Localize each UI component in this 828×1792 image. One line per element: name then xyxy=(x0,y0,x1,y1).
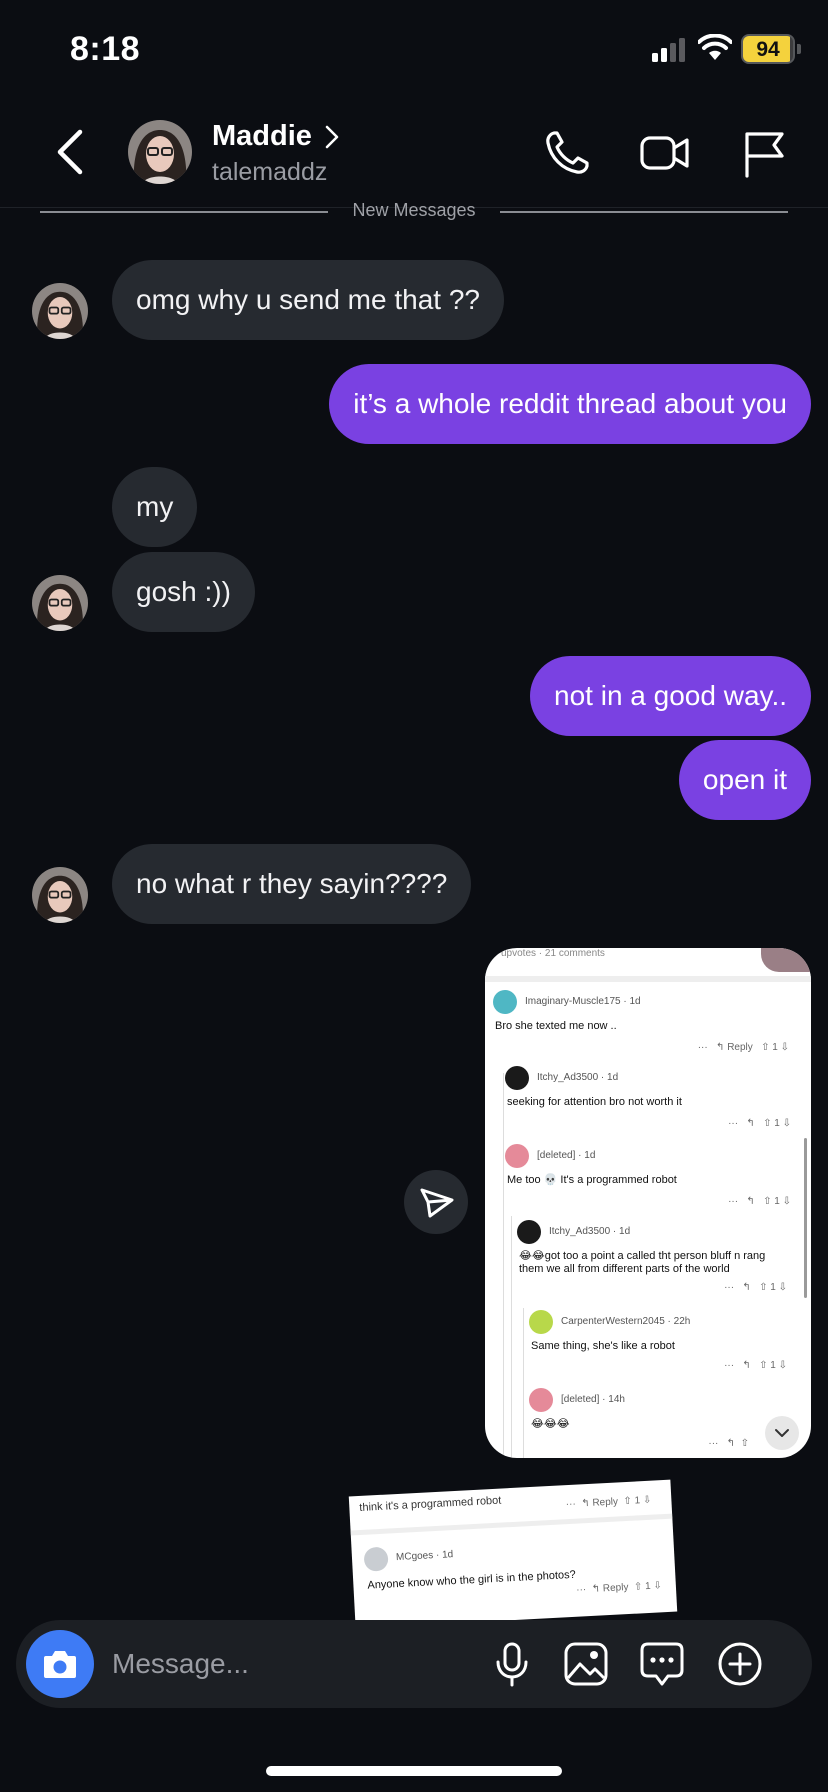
sticker-icon[interactable] xyxy=(638,1640,686,1688)
battery-indicator: 94 xyxy=(741,34,795,64)
reply-label: Reply xyxy=(727,1042,753,1053)
comment-user: CarpenterWestern2045 · 22h xyxy=(561,1316,691,1327)
back-icon[interactable] xyxy=(54,128,86,176)
comment-actions: ··· ↰ Reply ⇧ 1 ⇩ xyxy=(575,1580,663,1596)
comment-text: Me too 💀 It's a programmed robot xyxy=(507,1174,677,1186)
comment-actions: ··· ↰ ⇧ 1 ⇩ xyxy=(724,1360,787,1371)
comment-text: think it's a programmed robot xyxy=(359,1494,502,1514)
vote-count: 1 xyxy=(772,1042,778,1053)
comment-user: Imaginary-Muscle175 · 1d xyxy=(525,996,641,1007)
camera-button[interactable] xyxy=(26,1630,94,1698)
battery-percent: 94 xyxy=(756,38,780,61)
scrollbar[interactable] xyxy=(804,1138,807,1298)
phone-icon[interactable] xyxy=(542,128,592,178)
microphone-icon[interactable] xyxy=(488,1640,536,1688)
comment-avatar xyxy=(505,1144,529,1168)
comment-user: Itchy_Ad3500 · 1d xyxy=(549,1226,631,1237)
comment-avatar xyxy=(363,1546,389,1572)
comment-actions: ··· ↰ ⇧ 1 ⇩ xyxy=(728,1196,791,1207)
thread-separator xyxy=(350,1513,673,1536)
comment-avatar xyxy=(517,1220,541,1244)
expand-button[interactable] xyxy=(765,1416,799,1450)
gallery-icon[interactable] xyxy=(562,1640,610,1688)
comment-user: [deleted] · 1d xyxy=(537,1150,596,1161)
share-button[interactable] xyxy=(404,1170,468,1234)
status-bar: 8:18 94 xyxy=(0,0,828,100)
contact-avatar[interactable] xyxy=(128,120,192,184)
message-bubble-outgoing[interactable]: it’s a whole reddit thread about you xyxy=(329,364,811,444)
comment-actions: ··· ↰ Reply ⇧ 1 ⇩ xyxy=(697,1042,789,1053)
sender-avatar[interactable] xyxy=(32,283,88,339)
comment-avatar xyxy=(505,1066,529,1090)
message-bubble-incoming[interactable]: omg why u send me that ?? xyxy=(112,260,504,340)
home-indicator[interactable] xyxy=(266,1766,562,1776)
message-bubble-incoming[interactable]: no what r they sayin???? xyxy=(112,844,472,924)
comment: Itchy_Ad3500 · 1d seeking for attention … xyxy=(505,1066,805,1142)
status-time: 8:18 xyxy=(70,30,141,68)
shared-image-reddit-thread-2[interactable]: think it's a programmed robot ··· ↰ Repl… xyxy=(348,1479,678,1629)
comment-text: 😂😂😂 xyxy=(531,1418,570,1430)
comment-actions: ··· ↰ ⇧ 1 ⇩ xyxy=(728,1118,791,1129)
comment-text: Anyone know who the girl is in the photo… xyxy=(367,1568,577,1592)
comment: [deleted] · 14h 😂😂😂 ··· ↰ ⇧ xyxy=(529,1388,801,1458)
comment-user: MCgoes · 1d xyxy=(395,1549,454,1564)
message-bubble-incoming[interactable]: gosh :)) xyxy=(112,552,255,632)
comment: [deleted] · 1d Me too 💀 It's a programme… xyxy=(505,1144,805,1220)
divider-line-right xyxy=(500,211,788,213)
comment: CarpenterWestern2045 · 22h Same thing, s… xyxy=(529,1310,801,1386)
thread-line xyxy=(511,1216,512,1458)
chevron-down-icon xyxy=(775,1429,789,1437)
avatar-image xyxy=(32,575,88,631)
contact-name[interactable]: Maddie xyxy=(212,120,312,153)
message-bubble-outgoing[interactable]: open it xyxy=(678,740,811,820)
thread-line xyxy=(523,1308,524,1458)
thread-header: upvotes · 21 comments xyxy=(501,948,605,959)
comment-user: [deleted] · 14h xyxy=(561,1394,625,1405)
plus-icon[interactable] xyxy=(716,1640,764,1688)
reply-label: Reply xyxy=(602,1582,629,1595)
chat-header: Maddie talemaddz xyxy=(0,100,828,208)
video-icon[interactable] xyxy=(640,128,690,178)
comment-actions: ··· ↰ Reply ⇧ 1 ⇩ xyxy=(565,1494,652,1511)
message-input[interactable] xyxy=(112,1644,412,1684)
comment-avatar xyxy=(493,990,517,1014)
avatar-image xyxy=(128,120,192,184)
send-icon xyxy=(420,1188,454,1218)
comment-text: Bro she texted me now .. xyxy=(495,1020,617,1032)
chevron-right-icon[interactable] xyxy=(324,124,340,150)
comment-actions: ··· ↰ ⇧ 1 ⇩ xyxy=(724,1282,787,1293)
avatar-image xyxy=(32,867,88,923)
battery-tip xyxy=(797,44,801,54)
sender-avatar[interactable] xyxy=(32,867,88,923)
wifi-icon xyxy=(698,34,732,60)
comment: Imaginary-Muscle175 · 1d Bro she texted … xyxy=(493,990,803,1070)
camera-icon xyxy=(44,1651,76,1678)
contact-handle: talemaddz xyxy=(212,158,328,186)
comment-text: seeking for attention bro not worth it xyxy=(507,1096,682,1108)
thread-line xyxy=(503,1073,504,1458)
sender-avatar[interactable] xyxy=(32,575,88,631)
avatar-image xyxy=(32,283,88,339)
shared-image-reddit-thread[interactable]: upvotes · 21 comments Imaginary-Muscle17… xyxy=(485,948,811,1458)
comment-text: 😂😂got too a point a called tht person bl… xyxy=(519,1250,766,1275)
comment-avatar xyxy=(529,1388,553,1412)
cellular-signal-icon xyxy=(652,38,685,62)
comment-avatar xyxy=(529,1310,553,1334)
message-bubble-outgoing[interactable]: not in a good way.. xyxy=(530,656,811,736)
image-corner xyxy=(761,948,811,972)
vote-count: 1 xyxy=(644,1580,651,1593)
message-composer xyxy=(16,1620,812,1708)
thread-separator xyxy=(485,976,811,982)
new-messages-divider: New Messages xyxy=(40,198,788,228)
comment-user: Itchy_Ad3500 · 1d xyxy=(537,1072,619,1083)
message-bubble-incoming[interactable]: my xyxy=(112,467,198,547)
flag-icon[interactable] xyxy=(740,128,790,178)
comment-actions: ··· ↰ ⇧ xyxy=(708,1438,749,1449)
comment: Itchy_Ad3500 · 1d 😂😂got too a point a ca… xyxy=(517,1220,801,1312)
comment-text: Same thing, she's like a robot xyxy=(531,1340,675,1352)
